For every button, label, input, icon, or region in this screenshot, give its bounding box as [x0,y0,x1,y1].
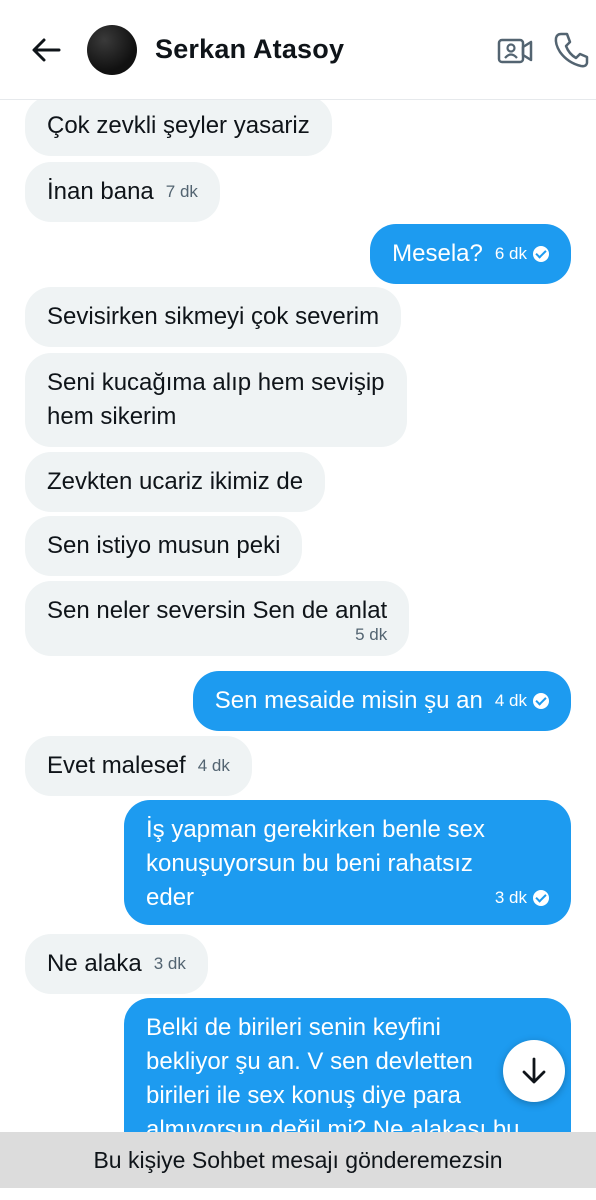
read-check-icon [533,246,549,262]
video-call-icon [497,38,533,64]
bottom-bar [0,1188,596,1200]
back-button[interactable] [26,30,66,70]
message-text: Zevkten ucariz ikimiz de [47,468,304,495]
scroll-to-bottom-button[interactable] [503,1040,565,1102]
message-time: 7 dk [165,182,198,201]
phone-icon [554,32,589,68]
call-button[interactable] [552,30,590,70]
message-text: İnan bana [47,178,154,205]
message-text: Sen neler seversin Sen de anlat [47,597,388,624]
message-time: 3 dk [494,888,527,907]
arrow-down-icon [522,1057,546,1084]
video-call-button[interactable] [496,32,534,70]
notice-text: Bu kişiye Sohbet mesajı gönderemezsin [93,1146,503,1173]
message-incoming[interactable]: Sevisirken sikmeyi çok severim [25,287,402,347]
message-time: 4 dk [494,691,527,710]
message-outgoing[interactable]: Mesela? 6 dk [370,224,571,284]
message-incoming[interactable]: Evet malesef 4 dk [25,736,252,796]
contact-name[interactable]: Serkan Atasoy [155,34,344,65]
message-time: 4 dk [197,756,230,775]
cannot-message-notice: Bu kişiye Sohbet mesajı gönderemezsin [0,1132,596,1188]
message-text-line: İş yapman gerekirken benle sex [146,816,485,843]
message-text-line: Seni kucağıma alıp hem sevişip [47,369,385,396]
message-text-line: eder [146,884,195,911]
avatar[interactable] [87,25,137,75]
message-incoming[interactable]: Zevkten ucariz ikimiz de [25,452,326,512]
message-incoming[interactable]: Sen neler seversin Sen de anlat 5 dk [25,581,410,656]
message-list[interactable]: Çok zevkli şeyler yasariz İnan bana 7 dk… [0,100,596,1132]
message-text-line: hem sikerim [47,403,177,430]
message-outgoing[interactable]: Sen mesaide misin şu an 4 dk [192,671,571,731]
message-text-line: birileri ile sex konuş diye para [146,1082,461,1109]
message-text-line: konuşuyorsun bu beni rahatsız [146,850,473,877]
message-text-line: Belki de birileri senin keyfini [146,1014,441,1041]
message-text: Sen istiyo musun peki [47,532,281,559]
read-check-icon [533,693,549,709]
message-incoming[interactable]: Sen istiyo musun peki [25,516,303,576]
message-text-line: bekliyor şu an. V sen devletten [146,1048,473,1075]
arrow-left-icon [32,38,61,62]
chat-header: Serkan Atasoy [0,0,596,100]
message-incoming[interactable]: Çok zevkli şeyler yasariz [25,100,332,156]
message-incoming[interactable]: Ne alaka 3 dk [25,934,208,994]
message-incoming[interactable]: İnan bana 7 dk [25,162,220,222]
message-text: Evet malesef [47,752,186,779]
message-text-line: almıyorsun değil mi? Ne alakası bu [146,1116,520,1132]
message-text: Mesela? [392,240,483,267]
message-time: 3 dk [153,954,186,973]
message-text: Çok zevkli şeyler yasariz [47,112,310,139]
message-text: Sen mesaide misin şu an [214,687,483,714]
message-time: 5 dk [355,625,388,644]
message-time: 6 dk [494,244,527,263]
message-outgoing[interactable]: İş yapman gerekirken benle sex konuşuyor… [124,800,571,925]
message-text: Sevisirken sikmeyi çok severim [47,303,380,330]
read-check-icon [533,890,549,906]
message-incoming[interactable]: Seni kucağıma alıp hem sevişip hem siker… [25,353,407,447]
message-text: Ne alaka [47,950,142,977]
